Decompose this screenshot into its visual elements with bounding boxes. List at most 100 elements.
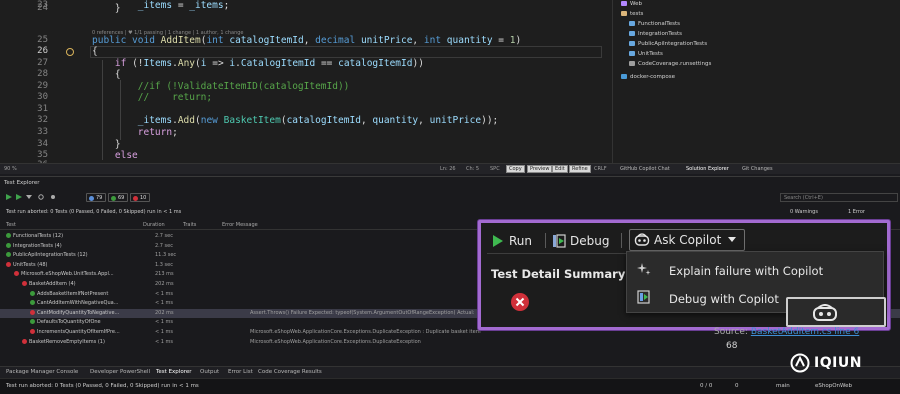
line-number: 33: [37, 127, 48, 137]
edit-glyph-icon[interactable]: [66, 48, 74, 56]
tab-git-changes[interactable]: Git Changes: [742, 166, 773, 172]
tab-output[interactable]: Output: [200, 369, 219, 375]
test-error-message: Microsoft.eShopWeb.ApplicationCore.Excep…: [250, 338, 421, 345]
panel-title: Test Explorer: [4, 180, 40, 186]
solution-item[interactable]: PublicApiIntegrationTests: [629, 41, 707, 47]
current-line-highlight: [90, 46, 602, 58]
editor-status-bar: 90 % Ln: 26 Ch: 5 SPC Copy Preview Edit …: [0, 163, 612, 174]
line-number: 28: [37, 69, 48, 79]
solution-item[interactable]: docker-compose: [621, 74, 675, 80]
code-editor[interactable]: 2324252627282930313233343536 0 reference…: [0, 0, 612, 163]
column-test[interactable]: Test: [6, 222, 16, 228]
tab-copilot-chat[interactable]: GitHub Copilot Chat: [620, 166, 670, 172]
refresh-icon[interactable]: [38, 194, 44, 200]
solution-item[interactable]: CodeCoverage.runsettings: [629, 61, 711, 67]
menu-item-explain-failure[interactable]: Explain failure with Copilot: [627, 256, 885, 282]
right-panel-tabs: GitHub Copilot Chat Solution Explorer Gi…: [612, 163, 900, 174]
source-link[interactable]: BasketAddItem.cs line 6: [751, 327, 859, 337]
pass-icon: [6, 252, 11, 258]
tab-developer-powershell[interactable]: Developer PowerShell: [90, 369, 150, 375]
errors-count[interactable]: 1 Error: [848, 209, 865, 215]
code-line-28: {: [92, 69, 121, 80]
test-name-text: FunctionalTests (12): [13, 233, 64, 239]
line-number: 35: [37, 150, 48, 160]
test-name: CantAddItemWithNegativeQua...: [30, 300, 118, 306]
solution-item[interactable]: Web: [621, 1, 642, 7]
test-search-input[interactable]: Search (Ctrl+E): [780, 193, 898, 202]
total-count-filter[interactable]: 79: [86, 193, 107, 202]
fail-icon: [6, 261, 11, 267]
refine-button[interactable]: Refine: [569, 165, 591, 173]
tab-error-list[interactable]: Error List: [228, 369, 253, 375]
edit-button[interactable]: Edit: [552, 165, 568, 173]
test-name: CantModifyQuantityToNegative...: [30, 309, 119, 316]
solution-item[interactable]: UnitTests: [629, 51, 663, 57]
solution-item-label: docker-compose: [630, 74, 675, 80]
solution-explorer[interactable]: Web tests FunctionalTests IntegrationTests P…: [612, 0, 900, 163]
test-name-text: BasketAddItem (4): [29, 281, 76, 287]
line-number-gutter: 2324252627282930313233343536: [0, 0, 90, 163]
tab-code-coverage-results[interactable]: Code Coverage Results: [258, 369, 322, 375]
test-row[interactable]: BasketRemoveEmptyItems (1) < 1 ms Microsof…: [0, 338, 900, 347]
total-icon: [89, 196, 94, 201]
zoom-level[interactable]: 90 %: [4, 166, 17, 172]
tab-test-explorer[interactable]: Test Explorer: [156, 369, 191, 375]
run-icon[interactable]: [16, 194, 22, 200]
passed-count-filter[interactable]: 69: [108, 193, 129, 202]
test-duration: 2.7 sec: [155, 242, 173, 249]
debug-run-icon: [553, 233, 566, 248]
status-bar: Test run aborted: 0 Tests (0 Passed, 0 F…: [0, 378, 900, 394]
column-traits[interactable]: Traits: [183, 222, 196, 228]
copilot-icon: [634, 233, 650, 246]
preview-button[interactable]: Preview: [527, 165, 553, 173]
status-branch[interactable]: main: [776, 383, 790, 389]
dropdown-icon[interactable]: [26, 194, 32, 200]
pass-icon: [30, 300, 35, 306]
test-run-summary: Test run aborted: 0 Tests (0 Passed, 0 F…: [6, 209, 182, 215]
status-lines[interactable]: 0 / 0: [700, 383, 712, 389]
test-explorer-toolbar: 79 69 10: [0, 191, 900, 205]
code-line-27: if (!Items.Any(i => i.CatalogItemId == c…: [114, 58, 424, 69]
copilot-icon: [813, 304, 837, 321]
ask-copilot-button[interactable]: Ask Copilot: [629, 229, 746, 251]
tab-solution-explorer[interactable]: Solution Explorer: [686, 166, 729, 172]
copy-button[interactable]: Copy: [506, 165, 525, 173]
column-duration[interactable]: Duration: [143, 222, 165, 228]
settings-icon[interactable]: [50, 194, 56, 200]
debug-button[interactable]: Debug: [553, 232, 609, 249]
code-line-29: //if (!ValidateItemID(catalogItemId)): [137, 81, 350, 92]
solution-item[interactable]: tests: [621, 11, 643, 17]
menu-label-debug: Debug with Copilot: [669, 292, 779, 306]
pass-icon: [30, 319, 35, 325]
test-name-text: PublicApiIntegrationTests (12): [13, 252, 88, 259]
bottom-tab-strip: Package Manager Console Developer PowerS…: [0, 366, 900, 378]
fail-icon: [30, 309, 35, 315]
line-number: 27: [37, 58, 48, 68]
test-name: IntegrationTests (4): [6, 242, 62, 249]
code-line-26: {: [92, 46, 98, 57]
line-ending-indicator[interactable]: CRLF: [594, 166, 607, 172]
solution-item[interactable]: IntegrationTests: [629, 31, 682, 37]
status-changes[interactable]: 0: [735, 383, 739, 389]
logo-text: IQIUN: [814, 355, 862, 371]
test-duration: < 1 ms: [155, 329, 174, 335]
test-name: BasketRemoveEmptyItems (1): [22, 338, 105, 345]
column-error-message[interactable]: Error Message: [222, 222, 258, 228]
failed-count-filter[interactable]: 10: [130, 193, 151, 202]
line-number: 25: [37, 35, 48, 45]
iqiun-logo: IQIUN: [790, 352, 894, 374]
pass-icon: [6, 242, 11, 248]
test-duration: < 1 ms: [155, 300, 174, 307]
menu-label-explain: Explain failure with Copilot: [669, 264, 824, 278]
project-icon: [629, 21, 635, 26]
test-name: DefaultsToQuantityOfOne: [30, 319, 101, 325]
warnings-count[interactable]: 0 Warnings: [790, 209, 818, 215]
run-button[interactable]: Run: [493, 232, 532, 249]
solution-item[interactable]: FunctionalTests: [629, 21, 680, 27]
line-number: 34: [37, 139, 48, 149]
status-repo[interactable]: eShopOnWeb: [815, 383, 852, 389]
project-icon: [629, 51, 635, 56]
tab-package-manager-console[interactable]: Package Manager Console: [6, 369, 78, 375]
run-all-icon[interactable]: [6, 194, 12, 200]
solution-item-label: UnitTests: [638, 51, 663, 57]
